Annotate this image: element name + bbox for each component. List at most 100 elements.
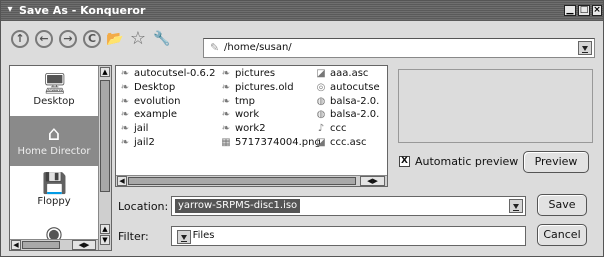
list-item[interactable]: ▦ 5717374004.png bbox=[220, 136, 321, 150]
file-name: balsa-2.0. bbox=[330, 109, 380, 121]
list-item[interactable]: ❧ jail bbox=[119, 122, 215, 136]
file-name: pictures bbox=[235, 68, 276, 79]
folder-icon: ❧ bbox=[221, 123, 231, 135]
folder-icon: ❧ bbox=[221, 68, 231, 79]
scroll-thumb[interactable] bbox=[128, 177, 356, 185]
list-item[interactable]: ❧ jail2 bbox=[119, 136, 215, 150]
scroll-left-arrow[interactable]: ◀ bbox=[117, 176, 127, 186]
folder-icon: ❧ bbox=[120, 95, 130, 107]
file-column: ❧ pictures ❧ pictures.old ❧ tmp ❧ work ❧ work… bbox=[220, 67, 321, 150]
scroll-right-arrows[interactable]: ◀▶ bbox=[72, 240, 96, 250]
folder-icon: ❧ bbox=[120, 81, 130, 93]
desktop-icon: 🖥 bbox=[42, 71, 68, 95]
automatic-preview-label[interactable]: Automatic preview bbox=[415, 155, 518, 168]
archive-file-icon: ◎ bbox=[316, 81, 326, 93]
list-item[interactable]: ◪ ccc.asc bbox=[315, 136, 380, 150]
folder-icon: ❧ bbox=[120, 123, 130, 135]
sidebar-item-floppy[interactable]: 💾 Floppy bbox=[10, 166, 98, 216]
list-item[interactable]: ❧ autocutsel-0.6.2 bbox=[119, 67, 216, 81]
list-item[interactable]: ◪ aaa.asc bbox=[315, 67, 380, 81]
preview-button[interactable]: Preview bbox=[523, 151, 589, 173]
scroll-thumb[interactable] bbox=[22, 241, 60, 249]
file-name: ccc.asc bbox=[330, 136, 367, 148]
file-name: work bbox=[235, 109, 260, 121]
folder-icon: ❧ bbox=[221, 109, 231, 121]
close-button[interactable]: × bbox=[592, 5, 602, 16]
script-file-icon: ♪ bbox=[317, 123, 325, 135]
scroll-up-arrow[interactable]: ▲ bbox=[100, 67, 110, 77]
folder-icon: ❧ bbox=[221, 81, 231, 93]
file-list: ❧ autocutsel-0.6.2 ❧ Desktop ❧ evolution ❧ e… bbox=[115, 65, 388, 187]
places-list: 🖥 Desktop ⌂ Home Director 💾 Floppy ◉ bbox=[10, 66, 98, 244]
file-list-horizontal-scrollbar[interactable]: ◀ ◀▶ bbox=[116, 175, 387, 186]
window-title: Save As - Konqueror bbox=[19, 4, 146, 17]
file-name: example bbox=[134, 109, 178, 121]
path-combo[interactable]: ✎ /home/susan/ bbox=[203, 38, 595, 58]
location-dropdown-button[interactable] bbox=[509, 199, 523, 213]
forward-icon[interactable]: → bbox=[59, 30, 77, 48]
maximize-button[interactable]: □ bbox=[578, 5, 590, 16]
file-name: Desktop bbox=[134, 81, 176, 93]
sidebar-item-label: Home Director bbox=[17, 146, 91, 157]
list-item[interactable]: ❧ pictures bbox=[220, 67, 321, 81]
save-button[interactable]: Save bbox=[537, 194, 587, 216]
file-name: tmp bbox=[235, 95, 256, 107]
sidebar-item-desktop[interactable]: 🖥 Desktop bbox=[10, 66, 98, 116]
list-item[interactable]: ❧ evolution bbox=[119, 95, 215, 109]
file-name: jail bbox=[134, 123, 149, 135]
new-folder-icon[interactable]: 📂 bbox=[105, 29, 125, 49]
minimize-button[interactable]: ▁ bbox=[564, 5, 576, 16]
cancel-button[interactable]: Cancel bbox=[537, 224, 587, 246]
filter-select[interactable]: All Files bbox=[171, 226, 526, 246]
text-file-icon: ◪ bbox=[316, 136, 326, 148]
floppy-icon: 💾 bbox=[42, 171, 67, 195]
scroll-up-arrow-lower[interactable]: ▲ bbox=[100, 224, 110, 234]
list-item[interactable]: ❧ Desktop bbox=[119, 81, 215, 95]
preview-area bbox=[398, 69, 593, 143]
list-item[interactable]: ❧ example bbox=[119, 108, 215, 122]
file-name: balsa-2.0. bbox=[330, 95, 380, 107]
path-edit-icon: ✎ bbox=[210, 41, 220, 54]
file-name: pictures.old bbox=[235, 81, 294, 93]
file-name: 5717374004.png bbox=[235, 136, 321, 148]
list-item[interactable]: ❧ tmp bbox=[220, 95, 321, 109]
folder-icon: ❧ bbox=[221, 95, 231, 107]
automatic-preview-checkbox[interactable]: X bbox=[399, 156, 410, 167]
package-file-icon: ◍ bbox=[316, 95, 326, 107]
image-file-icon: ▦ bbox=[221, 136, 231, 148]
scroll-left-arrow[interactable]: ◀ bbox=[11, 240, 21, 250]
back-icon[interactable]: ← bbox=[35, 30, 53, 48]
reload-icon[interactable]: C bbox=[83, 30, 101, 48]
path-text: /home/susan/ bbox=[224, 42, 292, 53]
scroll-thumb[interactable] bbox=[100, 80, 110, 192]
list-item[interactable]: ❧ pictures.old bbox=[220, 81, 321, 95]
location-label: Location: bbox=[118, 200, 169, 213]
list-item[interactable]: ♪ ccc bbox=[315, 122, 380, 136]
up-icon[interactable]: ↑ bbox=[11, 30, 29, 48]
scroll-down-arrow[interactable]: ▼ bbox=[100, 235, 110, 245]
window-menu-icon[interactable]: ▾ bbox=[4, 4, 16, 16]
scroll-right-arrows[interactable]: ◀▶ bbox=[360, 176, 385, 186]
list-item[interactable]: ◎ autocutse bbox=[315, 81, 380, 95]
file-name: autocutse bbox=[330, 81, 380, 93]
list-item[interactable]: ❧ work bbox=[220, 108, 321, 122]
sidebar-vertical-scrollbar[interactable]: ▲ ▲ ▼ bbox=[98, 66, 111, 250]
bookmark-icon[interactable]: ☆ bbox=[128, 29, 148, 49]
folder-icon: ❧ bbox=[120, 68, 130, 79]
filter-dropdown-button[interactable] bbox=[177, 230, 191, 244]
filter-label: Filter: bbox=[118, 230, 149, 243]
text-file-icon: ◪ bbox=[316, 68, 326, 79]
file-name: work2 bbox=[235, 123, 266, 135]
file-name: jail2 bbox=[134, 136, 155, 148]
sidebar-item-home[interactable]: ⌂ Home Director bbox=[10, 116, 98, 166]
title-bar[interactable]: ▾ Save As - Konqueror ▁ □ × bbox=[1, 1, 603, 21]
path-dropdown-button[interactable] bbox=[578, 41, 592, 55]
configure-icon[interactable]: 🔧 bbox=[152, 29, 172, 49]
list-item[interactable]: ❧ work2 bbox=[220, 122, 321, 136]
sidebar-horizontal-scrollbar[interactable]: ◀ ◀▶ bbox=[10, 239, 98, 250]
list-item[interactable]: ◍ balsa-2.0. bbox=[315, 95, 380, 109]
package-file-icon: ◍ bbox=[316, 109, 326, 121]
location-input[interactable]: yarrow-SRPMS-disc1.iso bbox=[171, 196, 526, 216]
location-value: yarrow-SRPMS-disc1.iso bbox=[175, 199, 301, 213]
list-item[interactable]: ◍ balsa-2.0. bbox=[315, 108, 380, 122]
